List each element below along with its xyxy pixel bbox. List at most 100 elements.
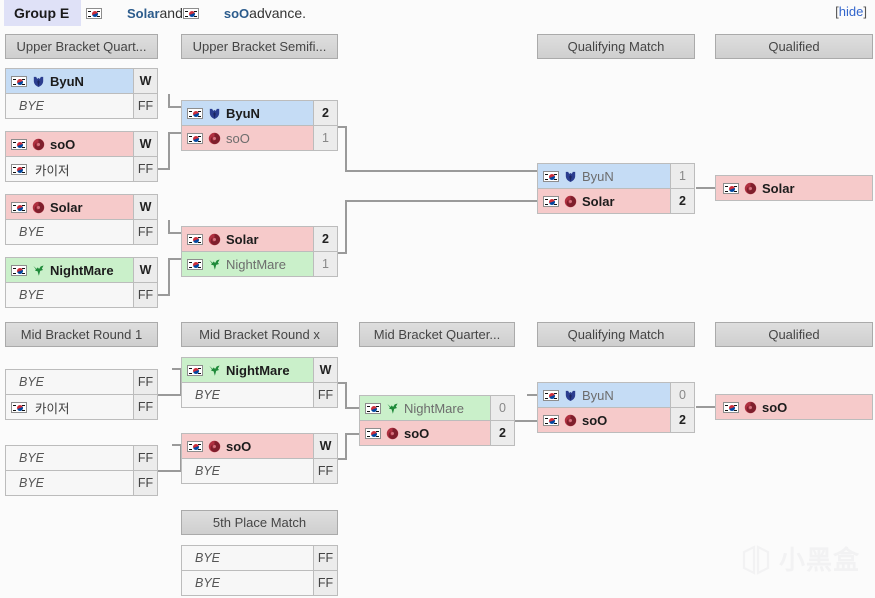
round-header-qualifying-bottom[interactable]: Qualifying Match [537, 322, 695, 347]
round-header-mid-quarterfinals[interactable]: Mid Bracket Quarter... [359, 322, 515, 347]
player-name[interactable]: soO [226, 439, 251, 454]
flag-icon-kr [723, 401, 739, 413]
bracket-row[interactable]: 카이저 FF [5, 394, 158, 420]
player-name[interactable]: soO [762, 400, 787, 415]
score-cell: W [133, 132, 157, 156]
match-mid-quarterfinal[interactable]: NightMare 0 soO 2 [359, 395, 515, 446]
player-name[interactable]: ByuN [582, 388, 614, 403]
bracket-row[interactable]: BYE FF [181, 570, 338, 596]
bracket-row[interactable]: soO 2 [359, 420, 515, 446]
round-header-qualified-top[interactable]: Qualified [715, 34, 873, 59]
qualified-slot-top[interactable]: Solar [715, 175, 873, 201]
player-name[interactable]: soO [404, 426, 429, 441]
bracket-row[interactable]: soO 1 [181, 125, 338, 151]
flag-icon-kr [543, 170, 559, 182]
match-ub-semifinal-1[interactable]: ByuN 2 soO 1 [181, 100, 338, 151]
connector-line [158, 294, 170, 296]
bracket-row[interactable]: NightMare 0 [359, 395, 515, 421]
match-mid-roundx-2[interactable]: soO W BYE FF [181, 433, 338, 484]
advance-player-2[interactable]: soO [224, 6, 249, 21]
round-header-5th-place-match[interactable]: 5th Place Match [181, 510, 338, 535]
flag-icon-kr [365, 427, 381, 439]
bracket-row[interactable]: soO 2 [537, 407, 695, 433]
player-cell: NightMare [360, 396, 490, 420]
player-cell: BYE [6, 471, 133, 495]
bracket-row[interactable]: soO W [5, 131, 158, 157]
score-cell: FF [313, 571, 337, 595]
player-cell: NightMare [182, 358, 313, 382]
player-name[interactable]: Solar [226, 232, 259, 247]
bracket-row[interactable]: BYE FF [181, 382, 338, 408]
bracket-row[interactable]: ByuN W [5, 68, 158, 94]
match-ub-quarterfinal-1[interactable]: ByuN W BYE FF [5, 68, 158, 119]
bracket-row[interactable]: 카이저 FF [5, 156, 158, 182]
score-cell: FF [133, 157, 157, 181]
bracket-row[interactable]: BYE FF [5, 282, 158, 308]
round-header-qualifying-top[interactable]: Qualifying Match [537, 34, 695, 59]
round-header-ub-semifinals[interactable]: Upper Bracket Semifi... [181, 34, 338, 59]
player-name[interactable]: ByuN [226, 106, 260, 121]
match-ub-quarterfinal-2[interactable]: soO W 카이저 FF [5, 131, 158, 182]
match-mid-roundx-1[interactable]: NightMare W BYE FF [181, 357, 338, 408]
bracket-row[interactable]: ByuN 1 [537, 163, 695, 189]
score-cell: FF [133, 94, 157, 118]
score-cell: 0 [490, 396, 514, 420]
bracket-row[interactable]: Solar 2 [537, 188, 695, 214]
player-name[interactable]: NightMare [50, 263, 114, 278]
round-header-ub-quarterfinals[interactable]: Upper Bracket Quart... [5, 34, 158, 59]
bracket-row[interactable]: BYE FF [5, 93, 158, 119]
player-name[interactable]: ByuN [582, 169, 614, 184]
bracket-row[interactable]: BYE FF [5, 369, 158, 395]
connector-line [345, 126, 347, 170]
player-cell: ByuN [538, 383, 670, 407]
round-header-qualified-bottom[interactable]: Qualified [715, 322, 873, 347]
bracket-row[interactable]: BYE FF [181, 458, 338, 484]
bracket-row[interactable]: BYE FF [181, 545, 338, 571]
match-ub-quarterfinal-4[interactable]: NightMare W BYE FF [5, 257, 158, 308]
bracket-row[interactable]: soO W [181, 433, 338, 459]
player-cell: soO [360, 421, 490, 445]
player-name[interactable]: Solar [582, 194, 615, 209]
match-mid-round1-1[interactable]: BYE FF 카이저 FF [5, 369, 158, 420]
player-name: BYE [19, 451, 45, 465]
match-ub-quarterfinal-3[interactable]: Solar W BYE FF [5, 194, 158, 245]
player-name[interactable]: Solar [762, 181, 795, 196]
hide-link[interactable]: [hide] [835, 4, 867, 19]
flag-icon-kr [543, 195, 559, 207]
score-cell: 2 [313, 227, 337, 251]
player-cell: BYE [6, 283, 133, 307]
bracket-row[interactable]: NightMare 1 [181, 251, 338, 277]
round-header-mid-round-x[interactable]: Mid Bracket Round x [181, 322, 338, 347]
flag-icon-kr [11, 75, 27, 87]
player-name[interactable]: NightMare [226, 257, 286, 272]
advance-player-1[interactable]: Solar [127, 6, 160, 21]
bracket-row[interactable]: Solar W [5, 194, 158, 220]
match-mid-round1-2[interactable]: BYE FF BYE FF [5, 445, 158, 496]
player-name[interactable]: NightMare [226, 363, 290, 378]
player-name[interactable]: NightMare [404, 401, 464, 416]
player-name[interactable]: soO [226, 131, 250, 146]
match-ub-semifinal-2[interactable]: Solar 2 NightMare 1 [181, 226, 338, 277]
protoss-race-icon [207, 257, 222, 272]
match-5th-place[interactable]: BYE FF BYE FF [181, 545, 338, 596]
bracket-row[interactable]: Solar 2 [181, 226, 338, 252]
player-name[interactable]: soO [50, 137, 75, 152]
bracket-row[interactable]: NightMare W [5, 257, 158, 283]
player-name[interactable]: ByuN [50, 74, 84, 89]
player-name[interactable]: soO [582, 413, 607, 428]
bracket-row[interactable]: ByuN 0 [537, 382, 695, 408]
qualified-slot-bottom[interactable]: soO [715, 394, 873, 420]
bracket-row[interactable]: ByuN 2 [181, 100, 338, 126]
bracket-row[interactable]: NightMare W [181, 357, 338, 383]
watermark: 小黑盒 [739, 540, 863, 580]
bracket-row[interactable]: soO [715, 394, 873, 420]
bracket-row[interactable]: BYE FF [5, 445, 158, 471]
terran-race-icon [207, 106, 222, 121]
round-header-mid-round-1[interactable]: Mid Bracket Round 1 [5, 322, 158, 347]
bracket-row[interactable]: BYE FF [5, 219, 158, 245]
player-name[interactable]: Solar [50, 200, 83, 215]
match-qualifying-top[interactable]: ByuN 1 Solar 2 [537, 163, 695, 214]
bracket-row[interactable]: BYE FF [5, 470, 158, 496]
bracket-row[interactable]: Solar [715, 175, 873, 201]
match-qualifying-bottom[interactable]: ByuN 0 soO 2 [537, 382, 695, 433]
